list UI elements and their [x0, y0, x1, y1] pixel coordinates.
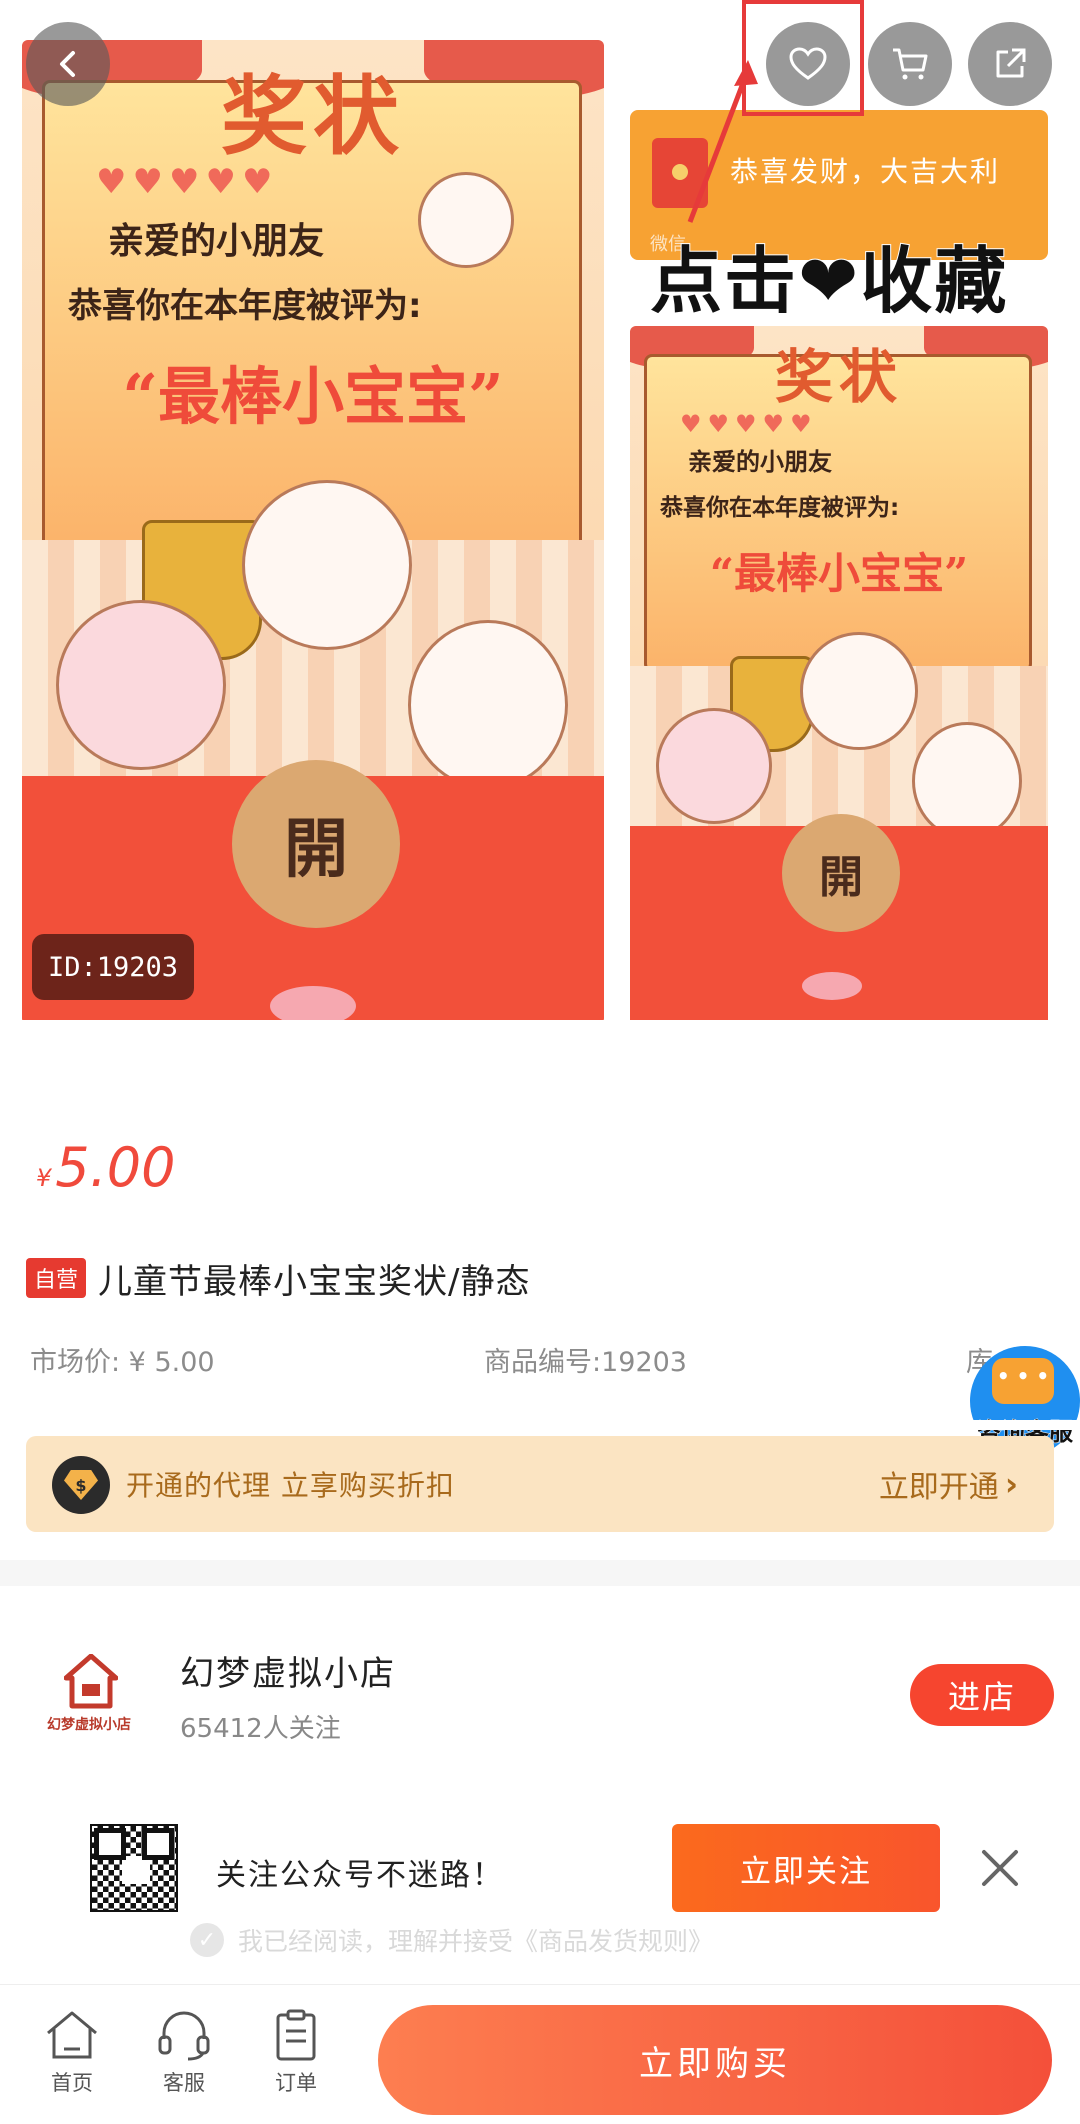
tab-orders[interactable]: 订单 [256, 2009, 336, 2097]
open-agent-link[interactable]: 立即开通 › [879, 1462, 1018, 1506]
favorite-instruction-after: 收藏 [859, 238, 1009, 324]
certificate-line1: 亲爱的小朋友 [108, 221, 325, 262]
bow-icon [270, 986, 356, 1020]
side-certificate-honor: “最棒小宝宝” [709, 549, 969, 598]
rabbit-mascot [408, 620, 568, 790]
product-title: 儿童节最棒小宝宝奖状/静态 [98, 1261, 531, 1302]
checkmark-icon[interactable]: ✓ [190, 1923, 224, 1957]
agent-promo-text: 开通的代理 立享购买折扣 [126, 1469, 455, 1502]
qr-code-image [90, 1824, 178, 1912]
share-button[interactable] [968, 22, 1052, 106]
red-envelope-icon [652, 138, 708, 208]
certificate-honor: “最棒小宝宝” [122, 360, 504, 433]
vip-badge-icon: $ [52, 1456, 110, 1514]
side-open-seal: 開 [782, 814, 900, 932]
product-price: ¥5.00 [36, 1136, 176, 1199]
product-title-row: 自营 儿童节最棒小宝宝奖状/静态 [26, 1256, 531, 1302]
image-id-badge: ID:19203 [32, 934, 195, 1000]
side-certificate-title: 奖状 [774, 343, 903, 411]
divider [0, 1420, 1080, 1430]
back-button[interactable] [26, 22, 110, 106]
certificate-image-side[interactable]: 奖状 ♥ ♥ ♥ ♥ ♥ 亲爱的小朋友 恭喜你在本年度被评为: “最棒小宝宝” 開 [630, 326, 1048, 1020]
follow-now-button[interactable]: 立即关注 [672, 1824, 940, 1912]
agent-promo-bar[interactable]: $ 开通的代理 立享购买折扣 立即开通 › [26, 1436, 1054, 1532]
agreement-text: 我已经阅读，理解并接受《商品发货规则》 [238, 1927, 714, 1956]
follow-prompt-text: 关注公众号不迷路！ [216, 1858, 504, 1893]
side-certificate-line1: 亲爱的小朋友 [688, 448, 832, 476]
chevron-left-icon [60, 51, 75, 77]
buy-now-button[interactable]: 立即购买 [378, 2005, 1052, 2115]
chat-bubble-icon [992, 1358, 1054, 1404]
favorite-instruction-before: 点击 [649, 238, 799, 324]
product-image-gallery[interactable]: 奖状 ♥ ♥ ♥ ♥ ♥ 亲爱的小朋友 恭喜你在本年度被评为: “最棒小宝宝” 開 奖状… [0, 0, 1080, 1020]
follow-official-account-popup: 关注公众号不迷路！ 立即关注 [70, 1808, 1030, 1928]
cart-button[interactable] [868, 22, 952, 106]
share-icon [996, 48, 1026, 78]
red-packet-greeting: 恭喜发财，大吉大利 [730, 155, 1001, 188]
tab-customer-service-label: 客服 [163, 2071, 205, 2095]
tab-orders-label: 订单 [275, 2071, 317, 2095]
bottom-action-bar: 首页 客服 订单 立即购买 [0, 1984, 1080, 2124]
enter-store-button[interactable]: 进店 [910, 1664, 1054, 1726]
store-name[interactable]: 幻梦虚拟小店 [180, 1646, 396, 1695]
product-code: 商品编号:19203 [484, 1347, 687, 1378]
store-followers: 65412人关注 [180, 1714, 341, 1744]
headset-icon [158, 2011, 210, 2061]
self-operated-tag: 自营 [26, 1258, 87, 1298]
side-certificate-line2: 恭喜你在本年度被评为: [660, 495, 900, 521]
clipboard-icon [276, 2009, 316, 2061]
store-logo-text: 幻梦虚拟小店 [47, 1717, 131, 1733]
house-logo-icon [64, 1654, 118, 1709]
heart-icon: ❤ [797, 238, 861, 324]
pig-mascot [56, 600, 226, 770]
store-logo[interactable]: 幻梦虚拟小店 [34, 1648, 144, 1748]
certificate-image-main[interactable]: 奖状 ♥ ♥ ♥ ♥ ♥ 亲爱的小朋友 恭喜你在本年度被评为: “最棒小宝宝” 開 [22, 40, 604, 1020]
certificate-line2: 恭喜你在本年度被评为: [68, 286, 422, 326]
chevron-right-icon: › [1004, 1465, 1018, 1503]
close-icon[interactable] [970, 1838, 1030, 1898]
tab-home[interactable]: 首页 [32, 2009, 112, 2097]
tab-home-label: 首页 [51, 2071, 93, 2095]
cat-mascot [418, 172, 514, 268]
open-seal: 開 [232, 760, 400, 928]
favorite-instruction: 点击❤收藏 [649, 222, 1009, 327]
open-agent-label: 立即开通 [878, 1470, 999, 1505]
agreement-row[interactable]: ✓ 我已经阅读，理解并接受《商品发货规则》 [190, 1922, 713, 1958]
price-amount: 5.00 [55, 1136, 176, 1199]
heart-icon [789, 47, 827, 80]
vip-badge-text: $ [64, 1470, 98, 1500]
cat-mascot-center [242, 480, 412, 650]
tab-customer-service[interactable]: 客服 [144, 2009, 224, 2097]
market-price: 市场价: ¥ 5.00 [30, 1347, 215, 1378]
home-icon [47, 2011, 97, 2059]
cart-icon [893, 48, 928, 80]
favorite-button[interactable] [766, 22, 850, 106]
section-divider [0, 1560, 1080, 1586]
currency-symbol: ¥ [36, 1164, 52, 1192]
